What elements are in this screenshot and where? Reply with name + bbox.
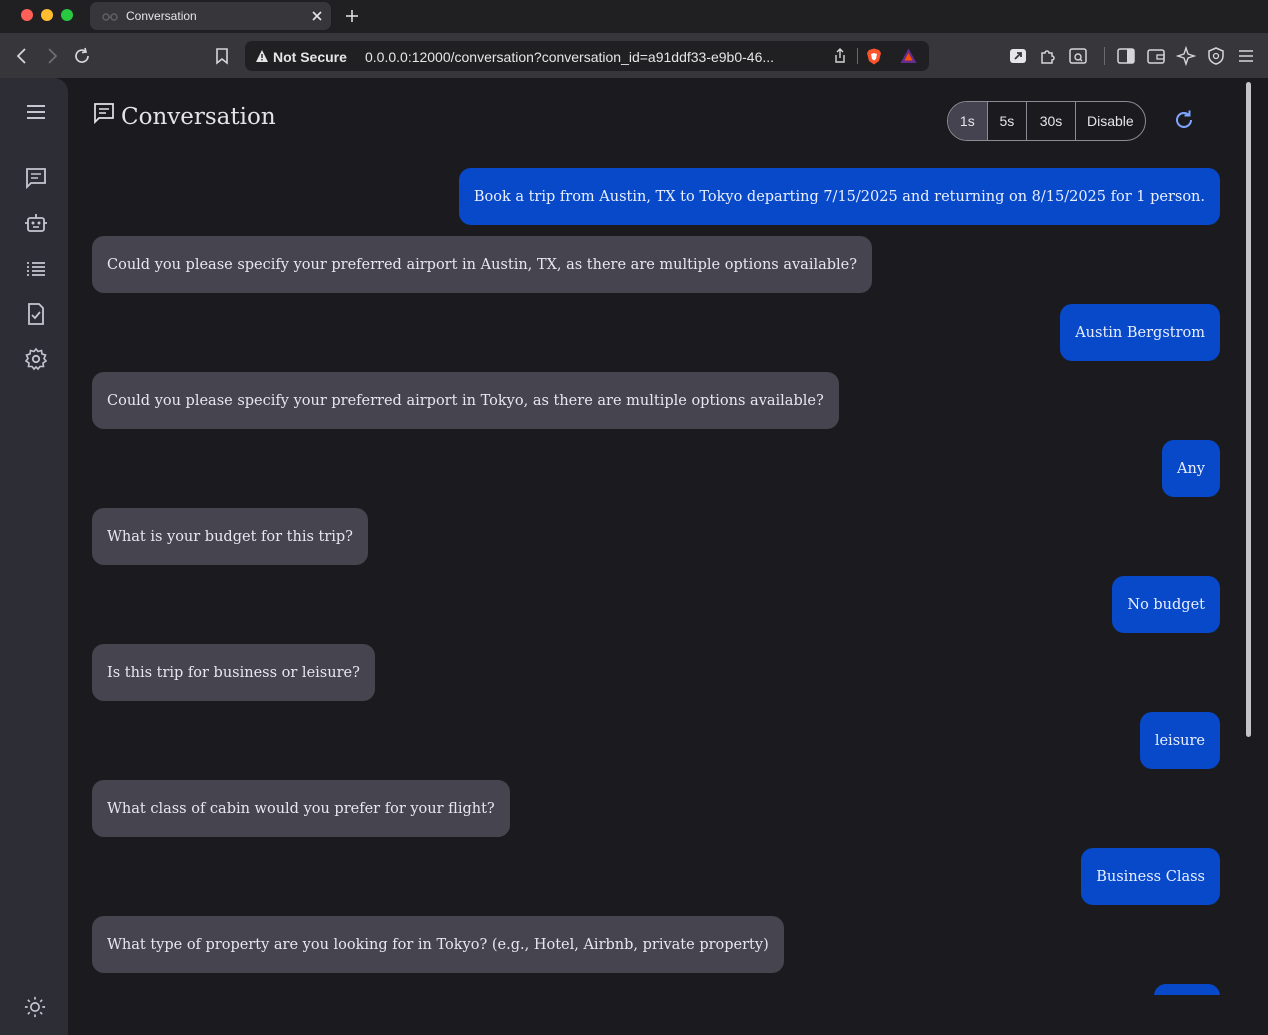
refresh-icon[interactable] xyxy=(1172,108,1196,132)
tab-search-icon[interactable] xyxy=(1068,46,1088,66)
extension-arrow-icon[interactable] xyxy=(1008,46,1028,66)
conversation-page: Conversation 1s 5s 30s Disable Book a tr… xyxy=(68,78,1268,1035)
app-sidebar xyxy=(0,78,68,1035)
new-tab-icon[interactable] xyxy=(343,7,361,25)
back-icon[interactable] xyxy=(12,46,32,66)
share-icon[interactable] xyxy=(832,48,848,64)
message-list: Book a trip from Austin, TX to Tokyo dep… xyxy=(92,168,1220,995)
extensions-icon[interactable] xyxy=(1038,46,1058,66)
glasses-icon xyxy=(102,13,118,21)
chat-icon xyxy=(94,103,114,124)
list-icon[interactable] xyxy=(24,257,48,281)
page-title: Conversation xyxy=(121,104,276,130)
browser-menu-icon[interactable] xyxy=(1236,46,1256,66)
leo-ai-icon[interactable] xyxy=(1176,46,1196,66)
forward-icon[interactable] xyxy=(42,46,62,66)
divider xyxy=(857,48,858,64)
bookmark-icon[interactable] xyxy=(212,46,232,66)
agent-message: Is this trip for business or leisure? xyxy=(92,644,375,701)
user-message: Austin Bergstrom xyxy=(1060,304,1220,361)
user-message xyxy=(1154,984,1220,995)
browser-toolbar: Not Secure 0.0.0.0:12000/conversation?co… xyxy=(0,33,1268,78)
address-bar[interactable]: Not Secure 0.0.0.0:12000/conversation?co… xyxy=(245,41,929,71)
wallet-icon[interactable] xyxy=(1146,46,1166,66)
sidebar-toggle-icon[interactable] xyxy=(1116,46,1136,66)
agent-message: Could you please specify your preferred … xyxy=(92,372,839,429)
user-message: Business Class xyxy=(1081,848,1220,905)
settings-icon[interactable] xyxy=(24,347,48,371)
divider xyxy=(1104,47,1105,65)
chat-icon[interactable] xyxy=(24,166,48,190)
refresh-option-30s[interactable]: 30s xyxy=(1027,102,1076,140)
user-message: No budget xyxy=(1112,576,1220,633)
user-message: Book a trip from Austin, TX to Tokyo dep… xyxy=(458,168,1220,225)
refresh-option-disable[interactable]: Disable xyxy=(1076,102,1145,140)
reload-icon[interactable] xyxy=(72,46,92,66)
task-icon[interactable] xyxy=(24,302,48,326)
brave-shields-icon[interactable] xyxy=(866,48,882,65)
refresh-interval-selector: 1s 5s 30s Disable xyxy=(947,101,1146,141)
browser-tab-bar: Conversation xyxy=(0,0,1268,33)
url-text[interactable]: 0.0.0.0:12000/conversation?conversation_… xyxy=(365,49,774,65)
security-label[interactable]: Not Secure xyxy=(273,49,347,65)
user-message: Any xyxy=(1161,440,1220,497)
minimize-window-button[interactable] xyxy=(41,9,53,21)
scrollbar-thumb[interactable] xyxy=(1246,82,1251,737)
agent-message: What class of cabin would you prefer for… xyxy=(92,780,510,837)
menu-icon[interactable] xyxy=(24,100,48,124)
maximize-window-button[interactable] xyxy=(61,9,73,21)
close-window-button[interactable] xyxy=(21,9,33,21)
agent-message: Could you please specify your preferred … xyxy=(92,236,873,293)
warning-icon xyxy=(256,50,268,62)
agent-message: What is your budget for this trip? xyxy=(92,508,368,565)
user-message: leisure xyxy=(1139,712,1220,769)
refresh-option-1s[interactable]: 1s xyxy=(948,102,988,140)
agent-message: What type of property are you looking fo… xyxy=(92,916,784,973)
tab-title: Conversation xyxy=(126,9,197,23)
robot-icon[interactable] xyxy=(24,211,48,235)
close-tab-icon[interactable] xyxy=(309,8,325,24)
refresh-option-5s[interactable]: 5s xyxy=(988,102,1028,140)
vpn-shield-icon[interactable] xyxy=(1206,46,1226,66)
brave-rewards-icon[interactable] xyxy=(900,48,917,64)
browser-tab[interactable]: Conversation xyxy=(90,2,331,30)
theme-icon[interactable] xyxy=(24,996,46,1018)
